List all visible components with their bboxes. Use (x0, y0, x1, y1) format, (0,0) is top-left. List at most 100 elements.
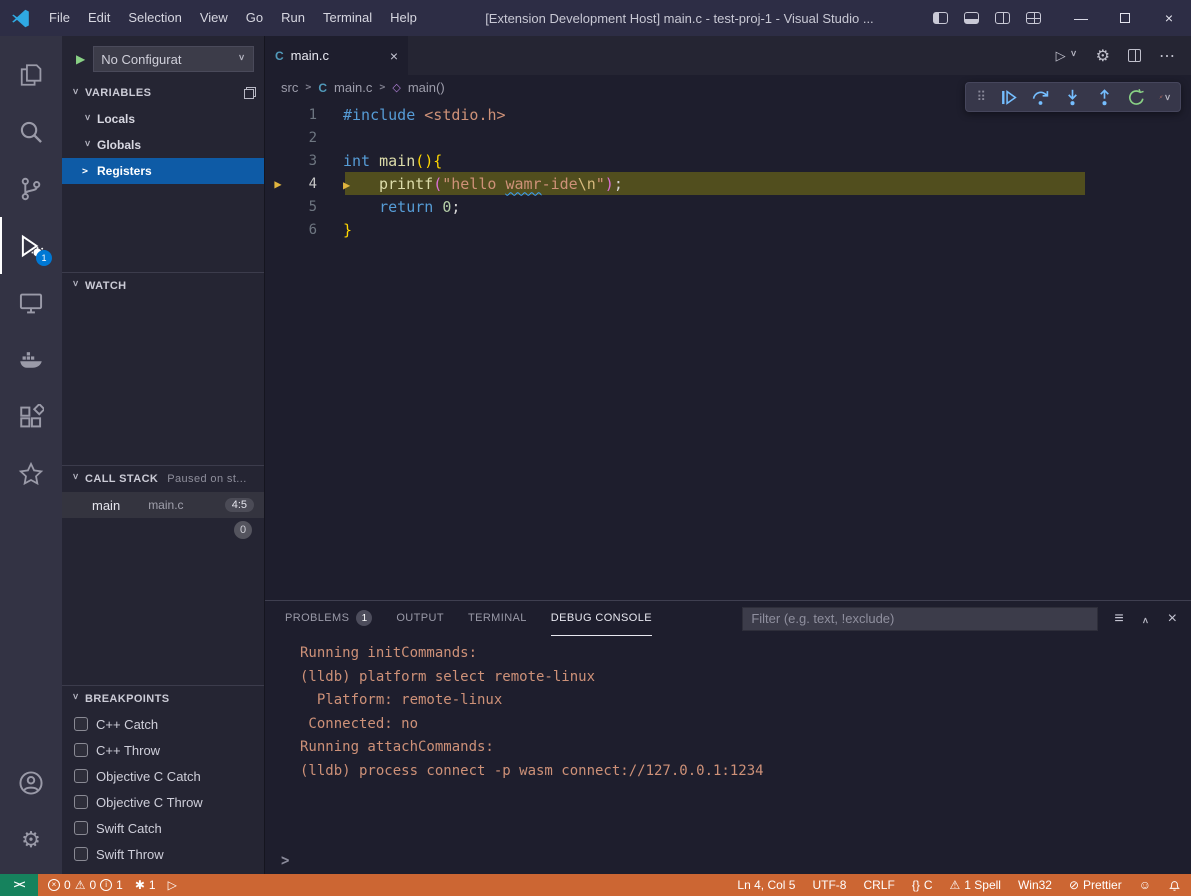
step-into-button[interactable] (1063, 88, 1082, 107)
split-editor-icon[interactable] (1128, 49, 1141, 62)
remote-explorer-icon[interactable] (0, 274, 62, 331)
code-line[interactable]: 6} (265, 218, 1191, 241)
panel-tab[interactable]: DEBUG CONSOLE (551, 601, 652, 636)
run-or-debug-button[interactable]: ▷ > (1056, 48, 1078, 64)
debug-config-dropdown[interactable]: No Configurat > (93, 46, 254, 72)
spell-checker-status[interactable]: ⚠ 1 Spell (950, 878, 1001, 892)
line-number[interactable]: 4 (291, 176, 317, 192)
breakpoint-checkbox[interactable] (74, 743, 88, 757)
breakpoint-checkbox[interactable] (74, 795, 88, 809)
call-stack-section-header[interactable]: > CALL STACK Paused on st... (62, 465, 264, 491)
run-and-debug-icon[interactable]: 1 (0, 217, 62, 274)
toggle-panel-icon[interactable] (964, 12, 979, 24)
toggle-secondary-sidebar-icon[interactable] (995, 12, 1010, 24)
restart-button[interactable] (1127, 88, 1146, 107)
minimize-button[interactable]: — (1059, 0, 1103, 36)
menu-item[interactable]: Selection (119, 0, 190, 36)
search-icon[interactable] (0, 103, 62, 160)
breakpoints-section-header[interactable]: > BREAKPOINTS (62, 685, 264, 711)
breakpoint-checkbox[interactable] (74, 847, 88, 861)
panel-tab[interactable]: TERMINAL (468, 601, 527, 636)
source-control-icon[interactable] (0, 160, 62, 217)
debug-status[interactable]: ▷ (168, 878, 177, 892)
toggle-sidebar-icon[interactable] (933, 12, 948, 24)
more-actions-icon[interactable]: ⋯ (1159, 46, 1175, 66)
toolbar-drag-handle[interactable]: ⠿ (976, 89, 986, 105)
panel-tab[interactable]: PROBLEMS 1 (285, 601, 372, 636)
collapse-all-icon[interactable] (244, 87, 256, 99)
extensions-icon[interactable] (0, 388, 62, 445)
variable-scope-row[interactable]: > Registers (62, 158, 264, 184)
explorer-icon[interactable] (0, 46, 62, 103)
breadcrumb-symbol[interactable]: main() (408, 80, 445, 95)
breakpoint-checkbox[interactable] (74, 717, 88, 731)
menu-item[interactable]: View (191, 0, 237, 36)
breakpoint-row[interactable]: C++ Catch (62, 711, 264, 737)
code-text[interactable]: ▶printf("hello wamr-ide\n"); (343, 175, 623, 193)
code-text[interactable]: #include <stdio.h> (343, 106, 506, 124)
code-text[interactable]: int main(){ (343, 152, 442, 170)
ports-status[interactable]: ✱ 1 (135, 878, 156, 892)
disconnect-button[interactable]: > (1159, 92, 1170, 103)
step-over-button[interactable] (1031, 88, 1050, 107)
maximize-panel-icon[interactable]: > (1140, 614, 1151, 624)
line-number[interactable]: 5 (291, 199, 317, 215)
panel-tab[interactable]: OUTPUT (396, 601, 444, 636)
console-options-icon[interactable]: ≡ (1114, 610, 1123, 628)
code-editor[interactable]: 1 #include <stdio.h> 2 3 int main(){ ▶4 ▶print… (265, 100, 1191, 600)
line-number[interactable]: 2 (291, 130, 317, 146)
breakpoint-row[interactable]: Swift Catch (62, 815, 264, 841)
debug-console-input[interactable]: > (265, 848, 1191, 874)
gear-icon[interactable]: ⚙ (1096, 46, 1110, 66)
code-text[interactable]: return 0; (343, 198, 460, 216)
breakpoint-row[interactable]: Objective C Throw (62, 789, 264, 815)
breakpoint-row[interactable]: Swift Throw (62, 841, 264, 867)
breadcrumb-file[interactable]: main.c (334, 80, 372, 95)
menu-item[interactable]: Edit (79, 0, 119, 36)
code-line[interactable]: 5 return 0; (265, 195, 1191, 218)
variable-scope-row[interactable]: > Globals (62, 132, 264, 158)
continue-button[interactable] (999, 88, 1018, 107)
step-out-button[interactable] (1095, 88, 1114, 107)
tab-close-icon[interactable]: × (390, 48, 398, 64)
problems-status[interactable]: × 0 ⚠ 0 i 1 (48, 878, 123, 892)
code-line[interactable]: 2 (265, 126, 1191, 149)
maximize-button[interactable] (1103, 0, 1147, 36)
variables-section-header[interactable]: > VARIABLES (62, 80, 264, 106)
menu-item[interactable]: Go (237, 0, 272, 36)
language-mode[interactable]: {} C (912, 878, 933, 892)
menu-item[interactable]: Terminal (314, 0, 381, 36)
feedback-smiley-icon[interactable]: ☺ (1139, 878, 1151, 892)
close-panel-icon[interactable]: × (1168, 610, 1177, 628)
current-line-arrow-icon[interactable]: ▶ (265, 177, 291, 191)
close-button[interactable]: × (1147, 0, 1191, 36)
code-line[interactable]: 3 int main(){ (265, 149, 1191, 172)
stack-frame-row[interactable]: main main.c 4:5 (62, 492, 264, 518)
customize-layout-icon[interactable] (1026, 12, 1041, 24)
eol-sequence[interactable]: CRLF (863, 878, 894, 892)
line-number[interactable]: 6 (291, 222, 317, 238)
cursor-position[interactable]: Ln 4, Col 5 (737, 878, 795, 892)
breakpoint-checkbox[interactable] (74, 769, 88, 783)
formatter-status[interactable]: ⊘ Prettier (1069, 878, 1122, 892)
remote-indicator[interactable]: >< (0, 874, 38, 896)
encoding[interactable]: UTF-8 (812, 878, 846, 892)
variable-scope-row[interactable]: > Locals (62, 106, 264, 132)
start-debugging-icon[interactable]: ▶ (76, 52, 85, 66)
notifications-bell-icon[interactable] (1168, 879, 1181, 892)
editor-tab-main-c[interactable]: C main.c × (265, 36, 408, 75)
star-icon[interactable] (0, 445, 62, 502)
code-line[interactable]: ▶4 ▶printf("hello wamr-ide\n"); (265, 172, 1191, 195)
line-number[interactable]: 3 (291, 153, 317, 169)
menu-item[interactable]: File (40, 0, 79, 36)
menu-item[interactable]: Help (381, 0, 426, 36)
docker-icon[interactable] (0, 331, 62, 388)
menu-item[interactable]: Run (272, 0, 314, 36)
account-icon[interactable] (0, 754, 62, 811)
line-number[interactable]: 1 (291, 107, 317, 123)
breadcrumb-folder[interactable]: src (281, 80, 298, 95)
code-text[interactable]: } (343, 221, 352, 239)
watch-section-header[interactable]: > WATCH (62, 272, 264, 298)
settings-gear-icon[interactable]: ⚙ (0, 811, 62, 868)
breakpoint-checkbox[interactable] (74, 821, 88, 835)
